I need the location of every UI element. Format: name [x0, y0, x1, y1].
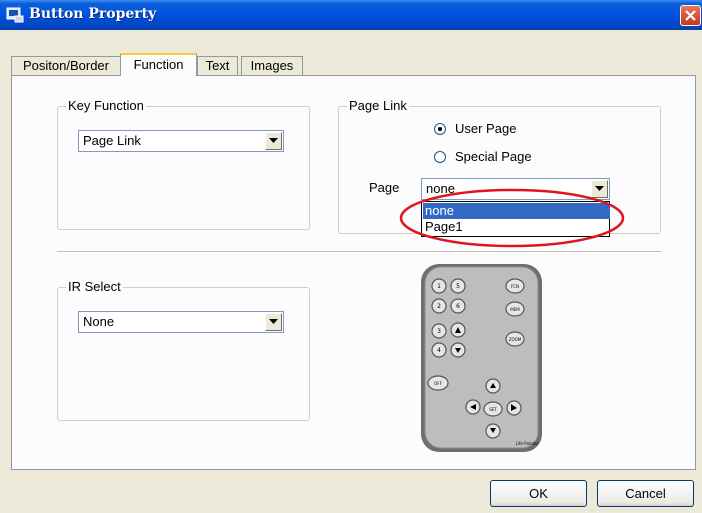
remote-key-3: 3 [437, 328, 441, 335]
remote-key-set: SET [489, 407, 497, 412]
cancel-button[interactable]: Cancel [597, 480, 694, 507]
remote-key-4: 4 [437, 347, 441, 354]
remote-key-mem: MEM [510, 307, 520, 312]
remote-key-5: 5 [456, 283, 460, 290]
tab-function[interactable]: Function [120, 53, 197, 76]
ir-select-dropdown-button[interactable] [265, 313, 282, 331]
page-label: Page [369, 180, 400, 195]
chevron-down-icon [269, 319, 278, 324]
radio-user-page-label: User Page [455, 121, 517, 136]
key-function-legend: Key Function [66, 98, 146, 114]
remote-key-fcn: FCN [511, 284, 519, 289]
key-function-dropdown-button[interactable] [265, 132, 282, 150]
radio-special-page-circle[interactable] [434, 151, 446, 163]
window-icon [6, 7, 24, 23]
title-bar: Button Property [0, 0, 702, 30]
highlight-annotation-ellipse [399, 188, 625, 248]
tab-text[interactable]: Text [197, 56, 238, 75]
key-function-group: Key Function [57, 98, 310, 230]
remote-key-1: 1 [437, 283, 441, 290]
radio-user-page-circle[interactable] [434, 123, 446, 135]
page-link-legend: Page Link [347, 98, 409, 114]
ir-select-select[interactable]: None [78, 311, 284, 333]
window-title: Button Property [29, 6, 157, 22]
remote-key-6: 6 [456, 303, 460, 310]
ok-button[interactable]: OK [490, 480, 587, 507]
close-button[interactable] [680, 5, 701, 26]
remote-key-2: 2 [437, 303, 441, 310]
section-separator [57, 251, 661, 253]
remote-brand-text: Life-Pointer [516, 441, 539, 446]
ir-select-value: None [83, 314, 115, 329]
key-function-value: Page Link [83, 133, 141, 148]
tab-images[interactable]: Images [241, 56, 303, 75]
ir-select-group: IR Select [57, 279, 310, 421]
tab-position-border[interactable]: Positon/Border [11, 56, 121, 75]
radio-special-page-label: Special Page [455, 149, 532, 164]
close-icon [685, 10, 696, 21]
chevron-down-icon [269, 138, 278, 143]
key-function-select[interactable]: Page Link [78, 130, 284, 152]
remote-key-off: OFF [434, 381, 442, 386]
remote-control-image: 1 5 FCN 2 6 MEM 3 4 ZOOM OFF SET Life-Po… [421, 264, 542, 452]
ir-select-legend: IR Select [66, 279, 123, 295]
remote-key-zoom: ZOOM [509, 337, 522, 342]
